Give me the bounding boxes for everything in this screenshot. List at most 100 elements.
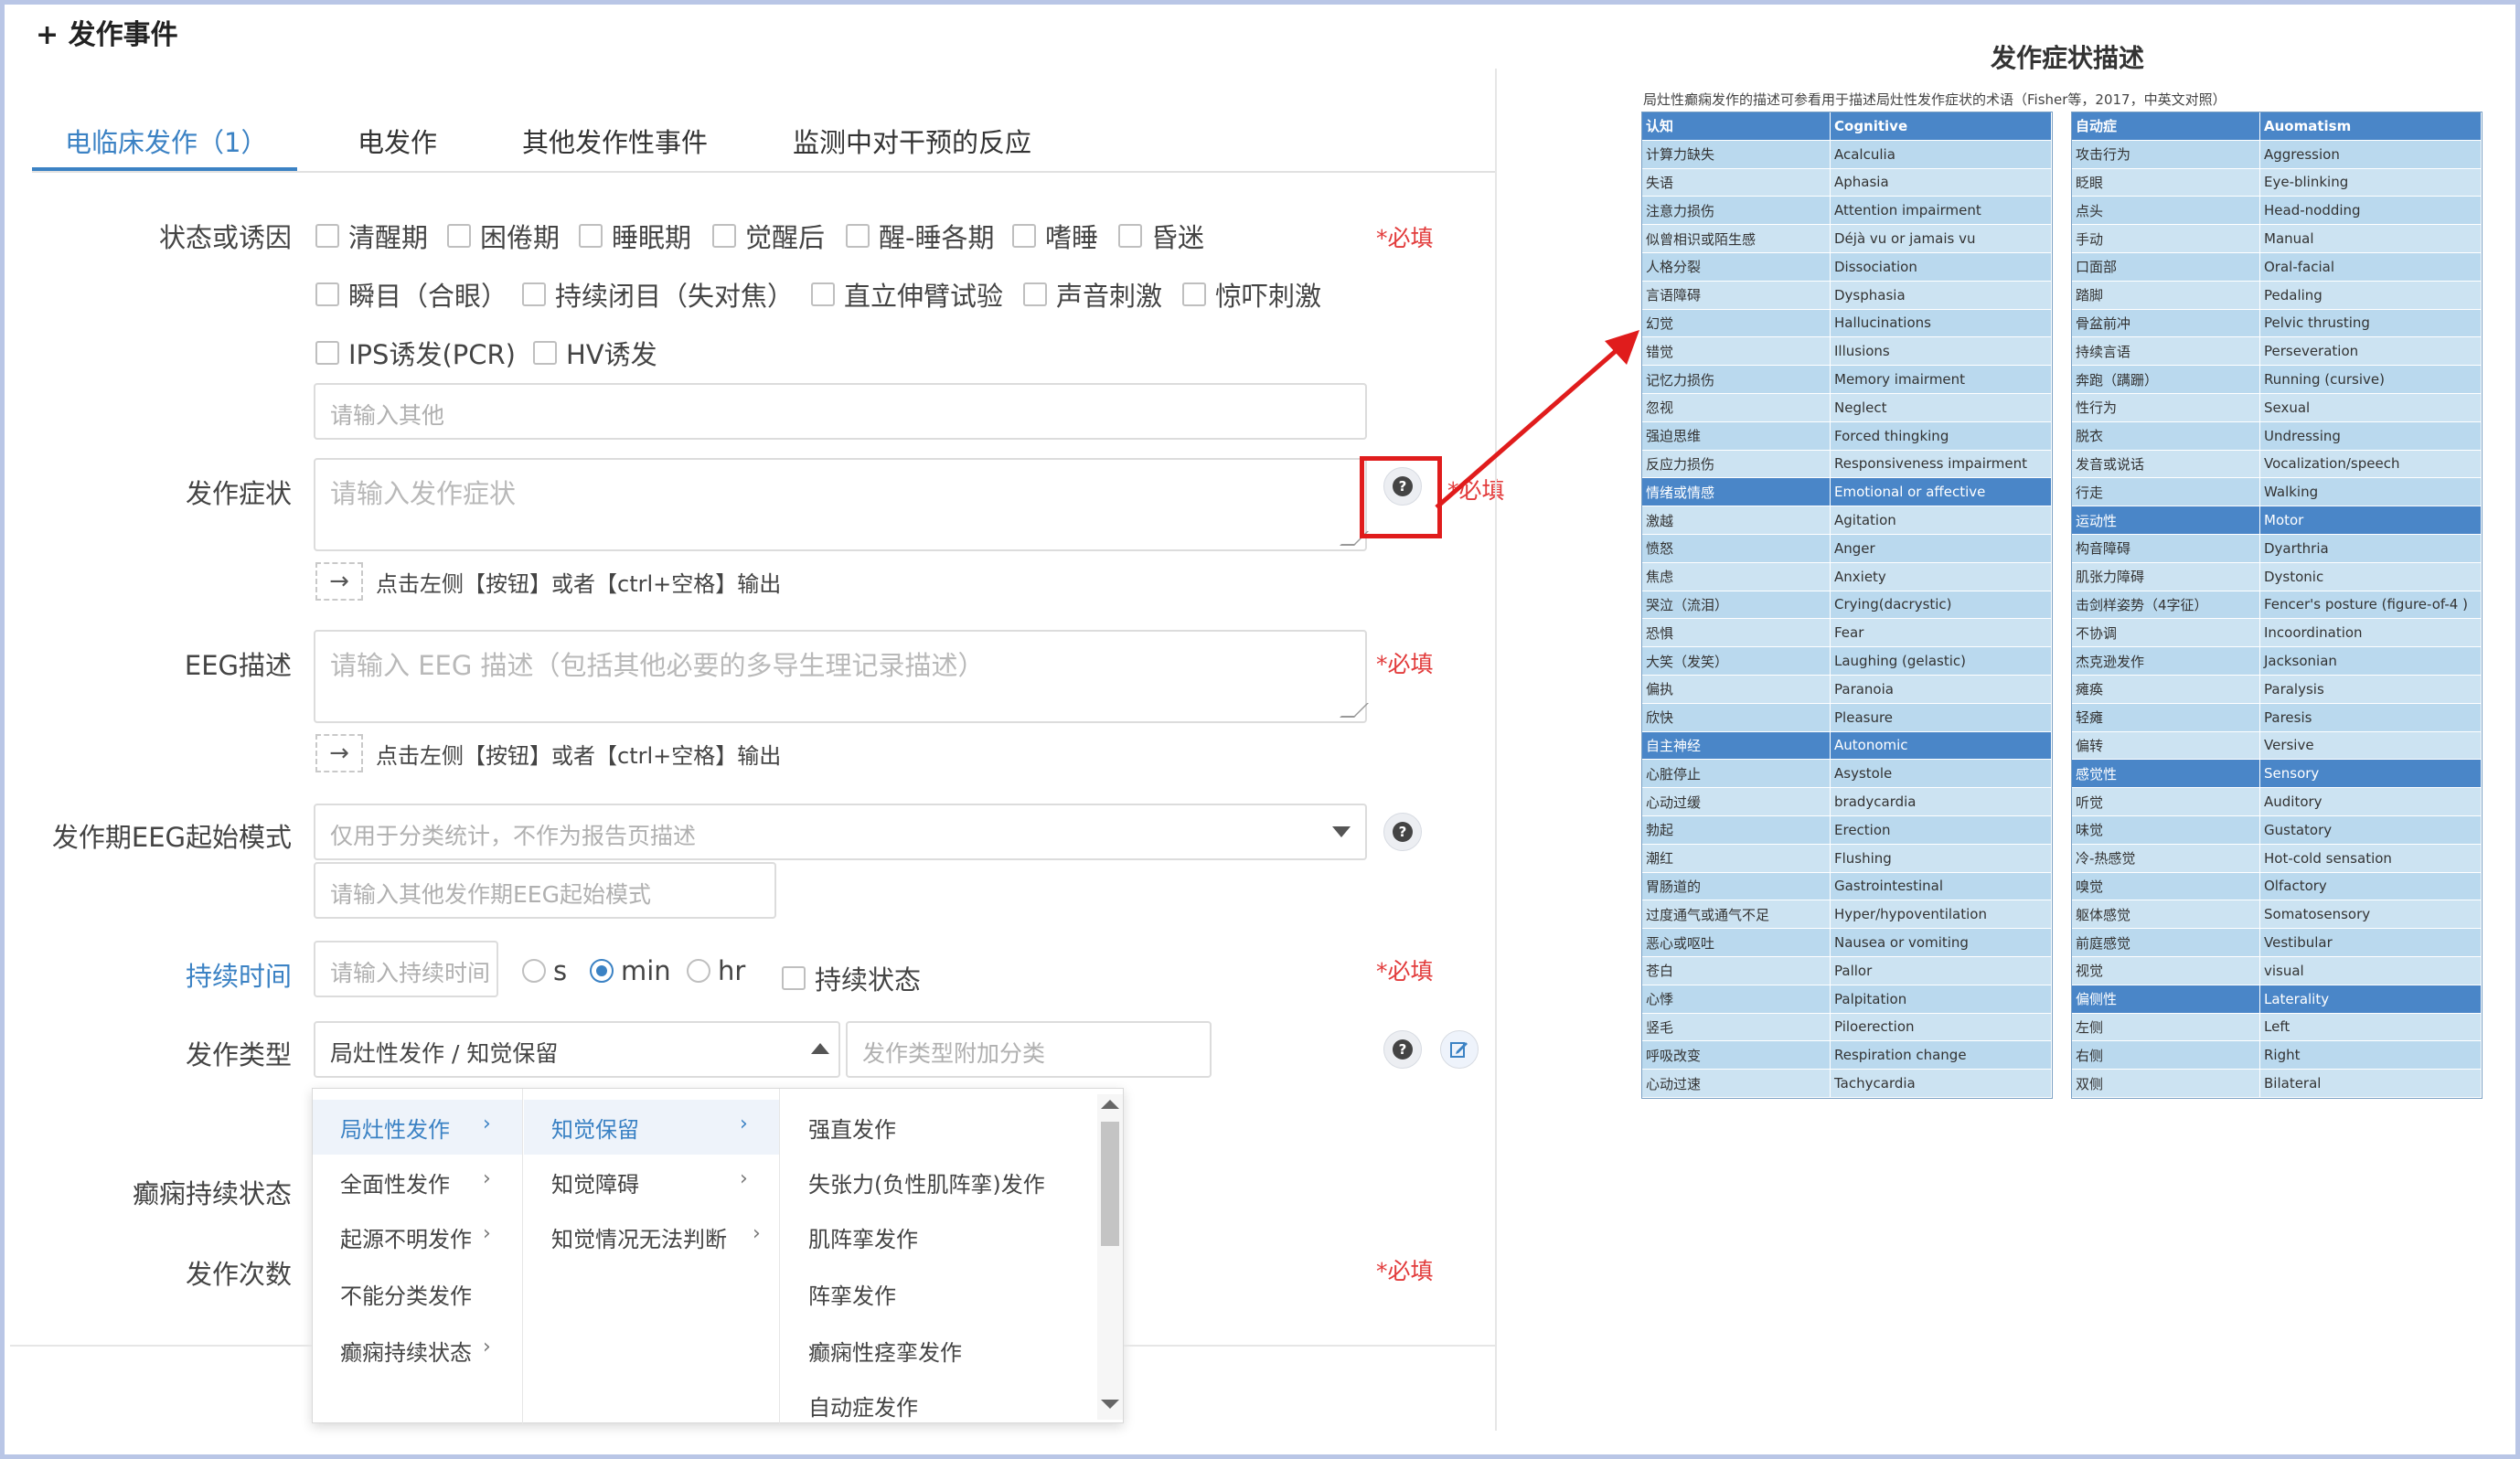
chevron-down-icon[interactable] [1332, 826, 1351, 837]
reference-cell-en: Motor [2260, 506, 2482, 535]
reference-cell-zh: 偏执 [1642, 676, 1831, 704]
eeg-textarea[interactable]: 请输入 EEG 描述（包括其他必要的多导生理记录描述） [314, 630, 1367, 723]
onset-label: 发作期EEG起始模式 [51, 822, 292, 853]
checkbox-status-epilepticus[interactable]: 持续状态 [782, 959, 921, 997]
checkbox-box[interactable] [447, 224, 471, 248]
checkbox-blink[interactable]: 瞬目（合眼） [315, 275, 507, 314]
radio-seconds[interactable]: s [522, 955, 567, 986]
checkbox-box[interactable] [846, 224, 870, 248]
reference-cell-zh: 激越 [1642, 506, 1831, 535]
reference-row: 激越 Agitation [1642, 506, 2052, 535]
help-icon[interactable]: ? [1383, 1030, 1422, 1069]
tab-other-events[interactable]: 其他发作性事件 [522, 122, 708, 160]
checkbox-drowsy[interactable]: 困倦期 [447, 217, 560, 255]
cascader-option[interactable]: 全面性发作 [340, 1156, 450, 1208]
cascader-option[interactable]: 知觉情况无法判断 [551, 1211, 727, 1262]
checkbox-arm-test[interactable]: 直立伸臂试验 [811, 275, 1003, 314]
checkbox-box[interactable] [522, 282, 546, 306]
checkbox-hv[interactable]: HV诱发 [533, 334, 657, 372]
checkbox-sound[interactable]: 声音刺激 [1023, 275, 1162, 314]
reference-cell-zh: 呼吸改变 [1642, 1041, 1831, 1070]
checkbox-box[interactable] [1023, 282, 1047, 306]
radio-circle[interactable] [522, 959, 546, 983]
type-extra-input[interactable]: 发作类型附加分类 [846, 1021, 1212, 1078]
checkbox-wake-sleep[interactable]: 醒-睡各期 [846, 217, 994, 255]
onset-other-input[interactable]: 请输入其他发作期EEG起始模式 [314, 862, 776, 919]
tab-intervention-response[interactable]: 监测中对干预的反应 [793, 122, 1031, 160]
cascader-option[interactable]: 肌阵挛发作 [808, 1211, 918, 1262]
checkbox-box[interactable] [315, 224, 339, 248]
cascader-option[interactable]: 自动症发作 [808, 1379, 918, 1431]
tab-clinical-seizure[interactable]: 电临床发作（1） [65, 122, 267, 160]
onset-select[interactable]: 仅用于分类统计，不作为报告页描述 [314, 804, 1367, 860]
checkbox-box[interactable] [1012, 224, 1036, 248]
reference-cell-en: Jacksonian [2260, 647, 2482, 676]
checkbox-somnolence[interactable]: 嗜睡 [1012, 217, 1098, 255]
reference-cell-zh: 幻觉 [1642, 309, 1831, 338]
checkbox-label: 嗜睡 [1045, 222, 1099, 253]
checkbox-box[interactable] [315, 341, 339, 365]
checkbox-ips[interactable]: IPS诱发(PCR) [315, 334, 516, 372]
insert-arrow-button[interactable]: → [315, 562, 363, 601]
reference-cell-en: Attention impairment [1831, 197, 2052, 226]
reference-cell-zh: 性行为 [2072, 394, 2260, 422]
cascader-option[interactable]: 知觉保留 [551, 1102, 639, 1153]
scroll-down-icon[interactable] [1101, 1400, 1119, 1409]
reference-cell-en: Fear [1831, 619, 2052, 648]
chevron-up-icon[interactable] [811, 1043, 829, 1054]
reference-row: 反应力损伤 Responsiveness impairment [1642, 450, 2052, 479]
other-state-input[interactable]: 请输入其他 [314, 383, 1367, 440]
checkbox-post-arousal[interactable]: 觉醒后 [712, 217, 825, 255]
cascader-option[interactable]: 不能分类发作 [340, 1268, 472, 1319]
type-select[interactable]: 局灶性发作 / 知觉保留 [314, 1021, 840, 1078]
symptom-reference-panel: 发作症状描述 局灶性癫痫发作的描述可参看用于描述局灶性发作症状的术语（Fishe… [1641, 27, 2493, 1106]
cascader-option[interactable]: 强直发作 [808, 1102, 896, 1153]
reference-cell-zh: 冷-热感觉 [2072, 844, 2260, 873]
scroll-up-icon[interactable] [1101, 1100, 1119, 1109]
checkbox-startle[interactable]: 惊吓刺激 [1182, 275, 1321, 314]
reference-cell-en: Olfactory [2260, 872, 2482, 901]
cascader-option[interactable]: 阵挛发作 [808, 1268, 896, 1319]
checkbox-label: 直立伸臂试验 [844, 281, 1004, 312]
checkbox-box[interactable] [1182, 282, 1206, 306]
cascader-option[interactable]: 失张力(负性肌阵挛)发作 [808, 1156, 1045, 1208]
edit-icon[interactable] [1440, 1030, 1479, 1069]
scrollbar-thumb[interactable] [1101, 1122, 1119, 1246]
radio-minutes[interactable]: min [590, 955, 671, 986]
checkbox-box[interactable] [712, 224, 736, 248]
tab-electrographic-seizure[interactable]: 电发作 [358, 122, 437, 160]
duration-input[interactable]: 请输入持续时间 [314, 941, 498, 997]
checkbox-box[interactable] [782, 966, 806, 990]
reference-row: 幻觉 Hallucinations [1642, 309, 2052, 338]
checkbox-box[interactable] [315, 282, 339, 306]
checkbox-box[interactable] [533, 341, 557, 365]
hint-text: 点击左侧【按钮】或者【ctrl+空格】输出 [376, 742, 782, 769]
reference-cell-en: Asystole [1831, 760, 2052, 789]
checkbox-coma[interactable]: 昏迷 [1118, 217, 1204, 255]
reference-cell-en: Paralysis [2260, 676, 2482, 704]
checkbox-sleep[interactable]: 睡眠期 [579, 217, 691, 255]
radio-circle[interactable] [590, 959, 614, 983]
cascader-option[interactable]: 起源不明发作 [340, 1211, 472, 1262]
checkbox-box[interactable] [811, 282, 835, 306]
cascader-option[interactable]: 癫痫持续状态 [340, 1325, 472, 1376]
checkbox-awake[interactable]: 清醒期 [315, 217, 428, 255]
cascader-option[interactable]: 局灶性发作 [340, 1102, 450, 1153]
reference-cell-zh: 强迫思维 [1642, 421, 1831, 451]
radio-hours[interactable]: hr [687, 955, 745, 986]
radio-label: min [621, 955, 671, 986]
checkbox-label: 觉醒后 [745, 222, 826, 253]
checkbox-eyes-closed[interactable]: 持续闭目（失对焦） [522, 275, 794, 314]
symptom-textarea[interactable]: 请输入发作症状 [314, 458, 1367, 551]
cascader-option[interactable]: 癫痫性痉挛发作 [808, 1325, 962, 1376]
reference-cell-zh: 构音障碍 [2072, 535, 2260, 563]
checkbox-box[interactable] [579, 224, 603, 248]
insert-arrow-button[interactable]: → [315, 734, 363, 772]
reference-row: 手动 Manual [2072, 225, 2482, 253]
help-icon[interactable]: ? [1383, 813, 1422, 851]
cascader-option[interactable]: 知觉障碍 [551, 1156, 639, 1208]
checkbox-box[interactable] [1118, 224, 1142, 248]
reference-cell-zh: 勃起 [1642, 816, 1831, 845]
radio-circle[interactable] [687, 959, 710, 983]
reference-row: 偏执 Paranoia [1642, 676, 2052, 704]
